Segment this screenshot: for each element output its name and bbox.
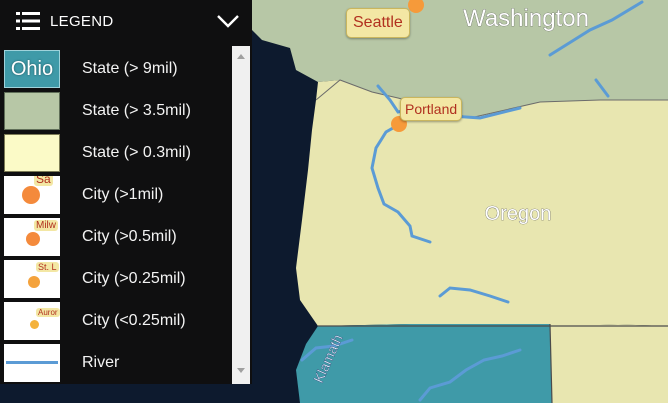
legend-item-city-025mil: St. L City (>0.25mil)	[0, 258, 232, 300]
state-label-washington: Washington	[463, 5, 589, 32]
city-dot-icon	[28, 276, 40, 288]
legend-label: City (>0.25mil)	[82, 270, 186, 287]
city-dot-icon	[22, 186, 40, 204]
legend-item-city-1mil: Sa City (>1mil)	[0, 174, 232, 216]
legend-label: State (> 3.5mil)	[82, 102, 191, 119]
city-dot-icon	[26, 232, 40, 246]
legend-item-state-medium: State (> 3.5mil)	[0, 90, 232, 132]
chevron-down-icon[interactable]	[216, 14, 240, 28]
swatch-text: Milw	[34, 220, 58, 231]
legend-label: City (>1mil)	[82, 186, 164, 203]
legend-item-state-large: Ohio State (> 9mil)	[0, 48, 232, 90]
legend-item-river: River	[0, 342, 232, 384]
scroll-up-icon[interactable]	[237, 54, 245, 59]
list-icon	[16, 12, 40, 30]
legend-title: LEGEND	[50, 12, 114, 30]
swatch-city-05mil: Milw	[4, 218, 60, 256]
legend-list: Ohio State (> 9mil) State (> 3.5mil) Sta…	[0, 46, 252, 384]
city-label-seattle[interactable]: Seattle	[346, 8, 410, 38]
legend-label: River	[82, 354, 120, 371]
swatch-text: St. L	[36, 262, 59, 272]
river-line-icon	[6, 361, 58, 364]
swatch-state-large: Ohio	[4, 50, 60, 88]
swatch-city-1mil: Sa	[4, 176, 60, 214]
swatch-city-small: Auror	[4, 302, 60, 340]
swatch-river	[4, 344, 60, 382]
state-nevada[interactable]	[550, 324, 668, 403]
swatch-city-025mil: St. L	[4, 260, 60, 298]
legend-item-city-05mil: Milw City (>0.5mil)	[0, 216, 232, 258]
legend-item-state-small: State (> 0.3mil)	[0, 132, 232, 174]
swatch-text: Sa	[34, 176, 53, 186]
swatch-state-medium	[4, 92, 60, 130]
state-label-oregon: Oregon	[485, 203, 552, 225]
swatch-text: Auror	[36, 308, 60, 317]
city-label-portland[interactable]: Portland	[400, 97, 463, 121]
scroll-down-icon[interactable]	[237, 368, 245, 373]
legend-label: State (> 0.3mil)	[82, 144, 191, 161]
city-dot-icon	[30, 320, 39, 329]
legend-label: City (>0.5mil)	[82, 228, 177, 245]
legend-panel: LEGEND Ohio State (> 9mil) State (> 3.5m…	[0, 0, 252, 384]
swatch-state-small	[4, 134, 60, 172]
legend-item-city-small: Auror City (<0.25mil)	[0, 300, 232, 342]
legend-scrollbar[interactable]	[232, 46, 250, 384]
swatch-text-ohio: Ohio	[10, 57, 54, 80]
legend-label: City (<0.25mil)	[82, 312, 186, 329]
legend-header[interactable]: LEGEND	[0, 0, 252, 42]
legend-label: State (> 9mil)	[82, 60, 178, 77]
